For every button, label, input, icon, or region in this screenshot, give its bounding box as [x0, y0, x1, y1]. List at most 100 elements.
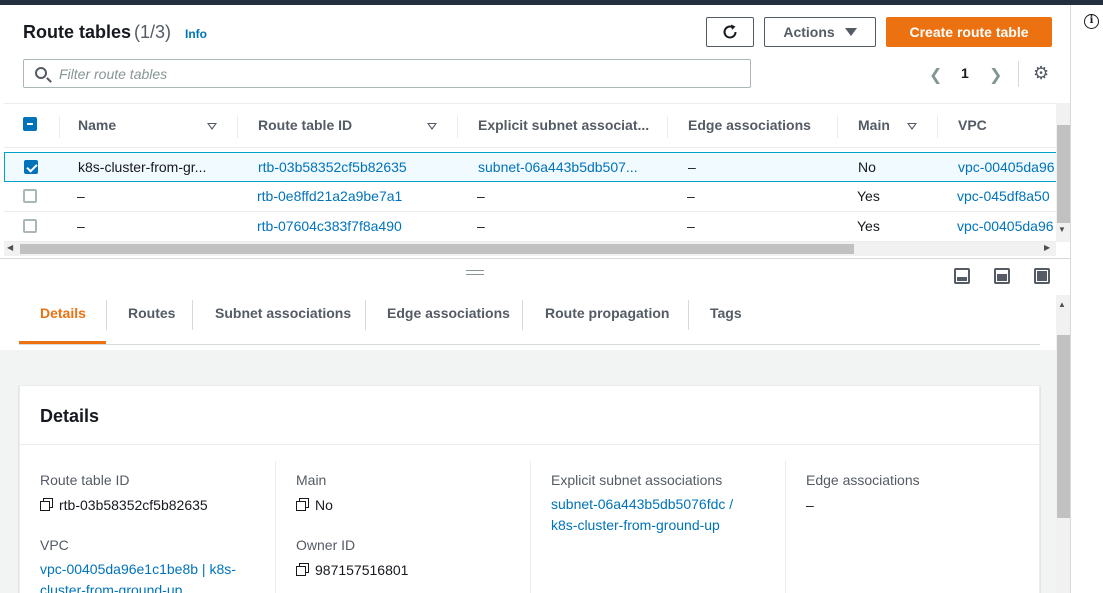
row-checkbox[interactable] [24, 160, 38, 174]
table-horizontal-scroll-thumb[interactable] [20, 244, 854, 254]
info-link[interactable]: Info [185, 27, 207, 41]
column-header-edge-associations[interactable]: Edge associations [688, 117, 811, 133]
search-placeholder: Filter route tables [59, 66, 168, 82]
vpc-link-line-1[interactable]: vpc-00405da96e1c1be8b | k8s- [40, 559, 236, 580]
cell-route-table-id-link[interactable]: rtb-0e8ffd21a2a9be7a1 [257, 188, 402, 204]
column-divider [837, 116, 838, 138]
row-checkbox[interactable] [23, 219, 37, 233]
actions-label: Actions [783, 24, 835, 40]
main-value: No [296, 497, 333, 513]
active-tab-indicator [19, 341, 106, 344]
tab-routes[interactable]: Routes [128, 305, 175, 321]
cell-name: – [77, 188, 85, 204]
info-icon[interactable]: i [1084, 14, 1099, 29]
scroll-up-arrow-icon[interactable]: ▲ [1058, 300, 1066, 309]
column-divider [457, 116, 458, 138]
column-header-explicit-subnet[interactable]: Explicit subnet associat... [478, 117, 649, 133]
page-title: Route tables [23, 22, 132, 42]
split-pane-divider [0, 258, 1070, 259]
edge-associations-value: – [806, 497, 814, 513]
vpc-link-line-2[interactable]: cluster-from-ground-up [40, 580, 236, 593]
actions-dropdown-button[interactable]: Actions [764, 17, 876, 47]
tab-divider [106, 300, 107, 330]
explicit-subnet-link[interactable]: subnet-06a443b5db5076fdc / k8s-cluster-f… [551, 494, 733, 536]
tab-route-propagation[interactable]: Route propagation [545, 305, 669, 321]
table-header-row: Name Route table ID Explicit subnet asso… [4, 103, 1056, 148]
scroll-right-arrow-icon[interactable]: ▶ [1044, 243, 1050, 252]
cell-name: – [77, 218, 85, 234]
column-header-vpc[interactable]: VPC [958, 117, 987, 133]
owner-id-label: Owner ID [296, 537, 356, 553]
tab-divider [688, 300, 689, 330]
route-table-id-label: Route table ID [40, 472, 130, 488]
select-all-checkbox[interactable] [23, 117, 37, 131]
filter-triangle-icon[interactable] [207, 123, 217, 130]
tab-subnet-associations[interactable]: Subnet associations [215, 305, 351, 321]
refresh-button[interactable] [706, 17, 754, 47]
search-icon [35, 67, 47, 79]
vpc-link[interactable]: vpc-00405da96e1c1be8b | k8s- cluster-fro… [40, 559, 236, 593]
tab-divider [365, 300, 366, 330]
cell-subnet: – [477, 218, 485, 234]
column-divider [275, 461, 276, 593]
column-header-name[interactable]: Name [78, 117, 116, 133]
column-divider [785, 461, 786, 593]
cell-subnet: – [477, 188, 485, 204]
split-bottom-icon[interactable] [954, 268, 970, 284]
filter-triangle-icon[interactable] [427, 123, 437, 130]
copy-icon[interactable] [296, 498, 309, 511]
page-number[interactable]: 1 [961, 65, 969, 81]
row-checkbox[interactable] [23, 189, 37, 203]
details-vertical-scroll-thumb[interactable] [1057, 335, 1070, 518]
table-row[interactable]: – rtb-07604c383f7f8a490 – – Yes vpc-0040… [4, 212, 1056, 242]
split-full-icon[interactable] [1034, 268, 1050, 284]
split-half-icon[interactable] [994, 268, 1010, 284]
subnet-link-line-2[interactable]: k8s-cluster-from-ground-up [551, 515, 733, 536]
scroll-left-arrow-icon[interactable]: ◀ [7, 243, 13, 252]
drag-handle-icon[interactable] [466, 270, 484, 275]
copy-icon[interactable] [40, 498, 53, 511]
cell-edge: – [688, 159, 696, 175]
cell-vpc-link[interactable]: vpc-00405da96 [958, 159, 1055, 175]
scroll-down-arrow-icon[interactable]: ▼ [1058, 225, 1066, 234]
route-table-id-value: rtb-03b58352cf5b82635 [40, 497, 208, 513]
column-divider [667, 116, 668, 138]
refresh-icon [723, 24, 737, 39]
table-horizontal-scrollbar[interactable]: ◀ ▶ [4, 242, 1056, 256]
column-divider [937, 116, 938, 138]
cell-route-table-id-link[interactable]: rtb-03b58352cf5b82635 [258, 159, 407, 175]
main-text: No [315, 497, 333, 513]
details-tabs: Details Routes Subnet associations Edge … [19, 295, 1040, 345]
route-tables-table: Name Route table ID Explicit subnet asso… [4, 103, 1056, 253]
cell-vpc-link[interactable]: vpc-00405da96 [957, 218, 1054, 234]
filter-triangle-icon[interactable] [907, 123, 917, 130]
gear-icon[interactable]: ⚙ [1033, 64, 1049, 82]
column-header-main[interactable]: Main [858, 117, 890, 133]
next-page-icon[interactable]: ❯ [989, 65, 1002, 85]
cell-subnet-link[interactable]: subnet-06a443b5db507... [478, 159, 638, 175]
cell-vpc-link[interactable]: vpc-045df8a50 [957, 188, 1050, 204]
help-rail [1072, 5, 1103, 593]
tab-divider [522, 300, 523, 330]
details-card-header: Details [20, 386, 1039, 445]
previous-page-icon[interactable]: ❮ [929, 65, 942, 85]
tab-edge-associations[interactable]: Edge associations [387, 305, 510, 321]
create-route-table-button[interactable]: Create route table [886, 17, 1052, 47]
explicit-subnet-label: Explicit subnet associations [551, 472, 723, 488]
tab-details[interactable]: Details [40, 305, 86, 321]
filter-search-box[interactable]: Filter route tables [23, 59, 751, 88]
main-label: Main [296, 472, 327, 488]
copy-icon[interactable] [296, 563, 309, 576]
subnet-link-line-1[interactable]: subnet-06a443b5db5076fdc / [551, 494, 733, 515]
table-vertical-scroll-thumb[interactable] [1057, 125, 1070, 223]
table-row[interactable]: k8s-cluster-from-gr... rtb-03b58352cf5b8… [4, 152, 1056, 182]
column-header-route-table-id[interactable]: Route table ID [258, 117, 352, 133]
route-tables-main-panel: Route tables (1/3) Info Actions Create r… [0, 5, 1071, 593]
cell-route-table-id-link[interactable]: rtb-07604c383f7f8a490 [257, 218, 402, 234]
route-table-id-text: rtb-03b58352cf5b82635 [59, 497, 208, 513]
tab-tags[interactable]: Tags [710, 305, 742, 321]
owner-id-value: 987157516801 [296, 562, 408, 578]
owner-id-text: 987157516801 [315, 562, 409, 578]
cell-edge: – [687, 218, 695, 234]
table-row[interactable]: – rtb-0e8ffd21a2a9be7a1 – – Yes vpc-045d… [4, 182, 1056, 212]
